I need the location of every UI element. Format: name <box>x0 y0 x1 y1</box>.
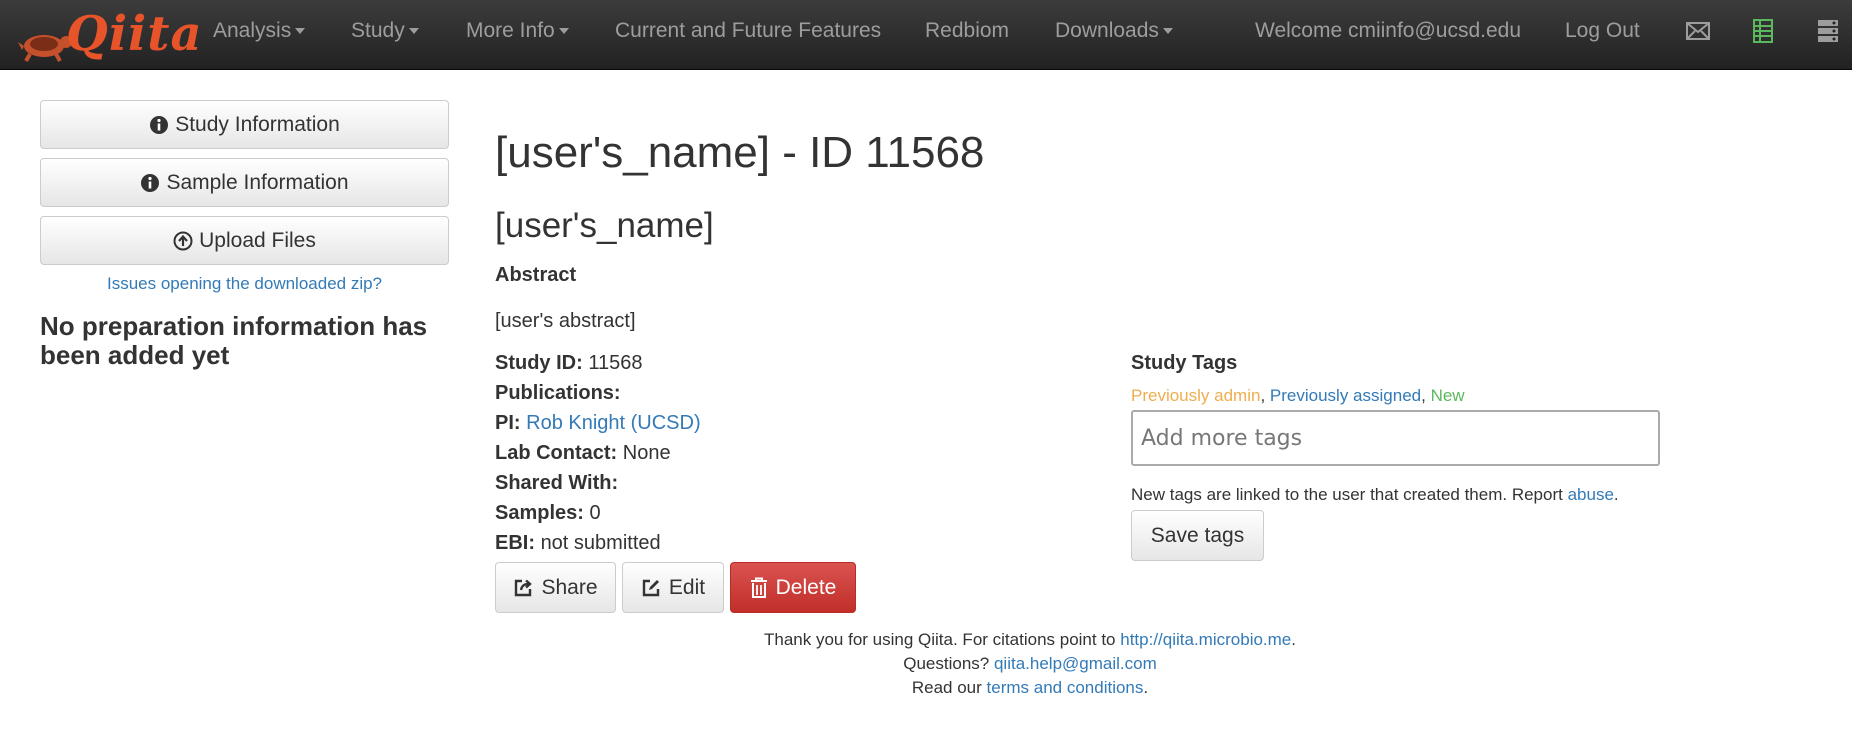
share-button[interactable]: Share <box>495 562 616 613</box>
study-information-button[interactable]: Study Information <box>40 100 449 149</box>
issues-zip-link[interactable]: Issues opening the downloaded zip? <box>40 274 449 294</box>
footer-questions-text: Questions? <box>903 654 990 673</box>
edit-button[interactable]: Edit <box>622 562 724 613</box>
info-icon <box>150 115 169 134</box>
caret-down-icon <box>295 28 306 35</box>
nav-redbiom[interactable]: Redbiom <box>925 0 1009 62</box>
trash-icon <box>750 577 767 598</box>
share-icon <box>515 579 533 596</box>
footer-citation-line: Thank you for using Qiita. For citations… <box>764 630 1296 649</box>
edit-icon <box>642 579 660 596</box>
nav-downloads-dropdown[interactable]: Downloads <box>1055 0 1173 62</box>
edit-label: Edit <box>668 575 706 599</box>
caret-down-icon <box>558 28 569 35</box>
nav-analysis-label: Analysis <box>213 19 292 42</box>
ebi-row: EBI: not submitted <box>495 532 661 555</box>
shared-with-label: Shared With: <box>495 472 619 494</box>
lab-contact-label: Lab Contact: <box>495 442 618 464</box>
delete-button[interactable]: Delete <box>730 562 856 613</box>
footer-thanks-text: Thank you for using Qiita. For citations… <box>764 630 1116 649</box>
tags-legend: Previously admin, Previously assigned, N… <box>1131 386 1465 405</box>
upload-files-label: Upload Files <box>199 228 316 252</box>
upload-files-button[interactable]: Upload Files <box>40 216 449 265</box>
abstract-text: [user's abstract] <box>495 310 636 332</box>
delete-label: Delete <box>775 575 837 599</box>
footer-terms-line: Read our terms and conditions. <box>911 678 1149 697</box>
study-tags-heading: Study Tags <box>1131 352 1238 374</box>
publications-label: Publications: <box>495 382 621 404</box>
brand-name: Qiita <box>66 6 203 62</box>
nav-study-dropdown[interactable]: Study <box>351 0 419 62</box>
legend-previously-admin: Previously admin <box>1131 386 1261 405</box>
nav-logout[interactable]: Log Out <box>1565 0 1640 62</box>
qiita-logo[interactable]: Qiita <box>16 4 202 66</box>
legend-previously-assigned: Previously assigned <box>1269 386 1422 405</box>
pi-label: PI: <box>495 412 521 434</box>
nav-current-future-features[interactable]: Current and Future Features <box>615 0 881 62</box>
tags-note-text: New tags are linked to the user that cre… <box>1131 485 1563 504</box>
envelope-icon[interactable] <box>1686 22 1710 40</box>
add-tags-input[interactable] <box>1131 410 1660 466</box>
publications-row: Publications: <box>495 382 621 405</box>
study-name-heading: [user's_name] <box>495 206 714 245</box>
footer-read-text: Read our <box>911 678 982 697</box>
ebi-value: not submitted <box>540 532 661 554</box>
ebi-label: EBI: <box>495 532 535 554</box>
top-navbar: Qiita Analysis Study More Info Current a… <box>0 0 1852 70</box>
tags-note: New tags are linked to the user that cre… <box>1131 485 1619 504</box>
upload-icon <box>173 231 193 250</box>
nav-welcome-user[interactable]: Welcome cmiinfo@ucsd.edu <box>1255 0 1521 62</box>
page-title: [user's_name] - ID 11568 <box>495 128 985 177</box>
samples-row: Samples: 0 <box>495 502 601 525</box>
no-preparation-message: No preparation information has been adde… <box>40 311 428 370</box>
abstract-heading: Abstract <box>495 264 577 286</box>
study-information-label: Study Information <box>175 112 340 136</box>
study-id-label: Study ID: <box>495 352 583 374</box>
study-id-row: Study ID: 11568 <box>495 352 642 375</box>
info-icon <box>141 173 160 192</box>
study-id-value: 11568 <box>588 352 643 374</box>
samples-value: 0 <box>589 502 601 524</box>
caret-down-icon <box>1162 28 1173 35</box>
lab-contact-row: Lab Contact: None <box>495 442 671 465</box>
share-label: Share <box>541 575 598 599</box>
nav-analysis-dropdown[interactable]: Analysis <box>213 0 306 62</box>
shared-with-row: Shared With: <box>495 472 618 495</box>
footer-questions-line: Questions? qiita.help@gmail.com <box>480 654 1580 674</box>
nav-more-info-label: More Info <box>466 19 555 42</box>
server-icon[interactable] <box>1817 19 1839 43</box>
terms-link[interactable]: terms and conditions <box>987 678 1144 697</box>
pi-link[interactable]: Rob Knight (UCSD) <box>526 412 701 434</box>
sample-information-button[interactable]: Sample Information <box>40 158 449 207</box>
lab-contact-value: None <box>622 442 671 464</box>
pi-row: PI: Rob Knight (UCSD) <box>495 412 701 435</box>
qiita-site-link[interactable]: http://qiita.microbio.me <box>1120 630 1291 649</box>
nav-more-info-dropdown[interactable]: More Info <box>466 0 569 62</box>
abuse-link[interactable]: abuse <box>1568 485 1614 504</box>
sample-information-label: Sample Information <box>166 170 349 194</box>
legend-new: New <box>1430 386 1465 405</box>
caret-down-icon <box>408 28 419 35</box>
samples-label: Samples: <box>495 502 584 524</box>
spreadsheet-icon[interactable] <box>1753 19 1773 43</box>
help-email-link[interactable]: qiita.help@gmail.com <box>994 654 1157 673</box>
nav-downloads-label: Downloads <box>1055 19 1159 42</box>
save-tags-button[interactable]: Save tags <box>1131 510 1264 561</box>
nav-study-label: Study <box>351 19 405 42</box>
